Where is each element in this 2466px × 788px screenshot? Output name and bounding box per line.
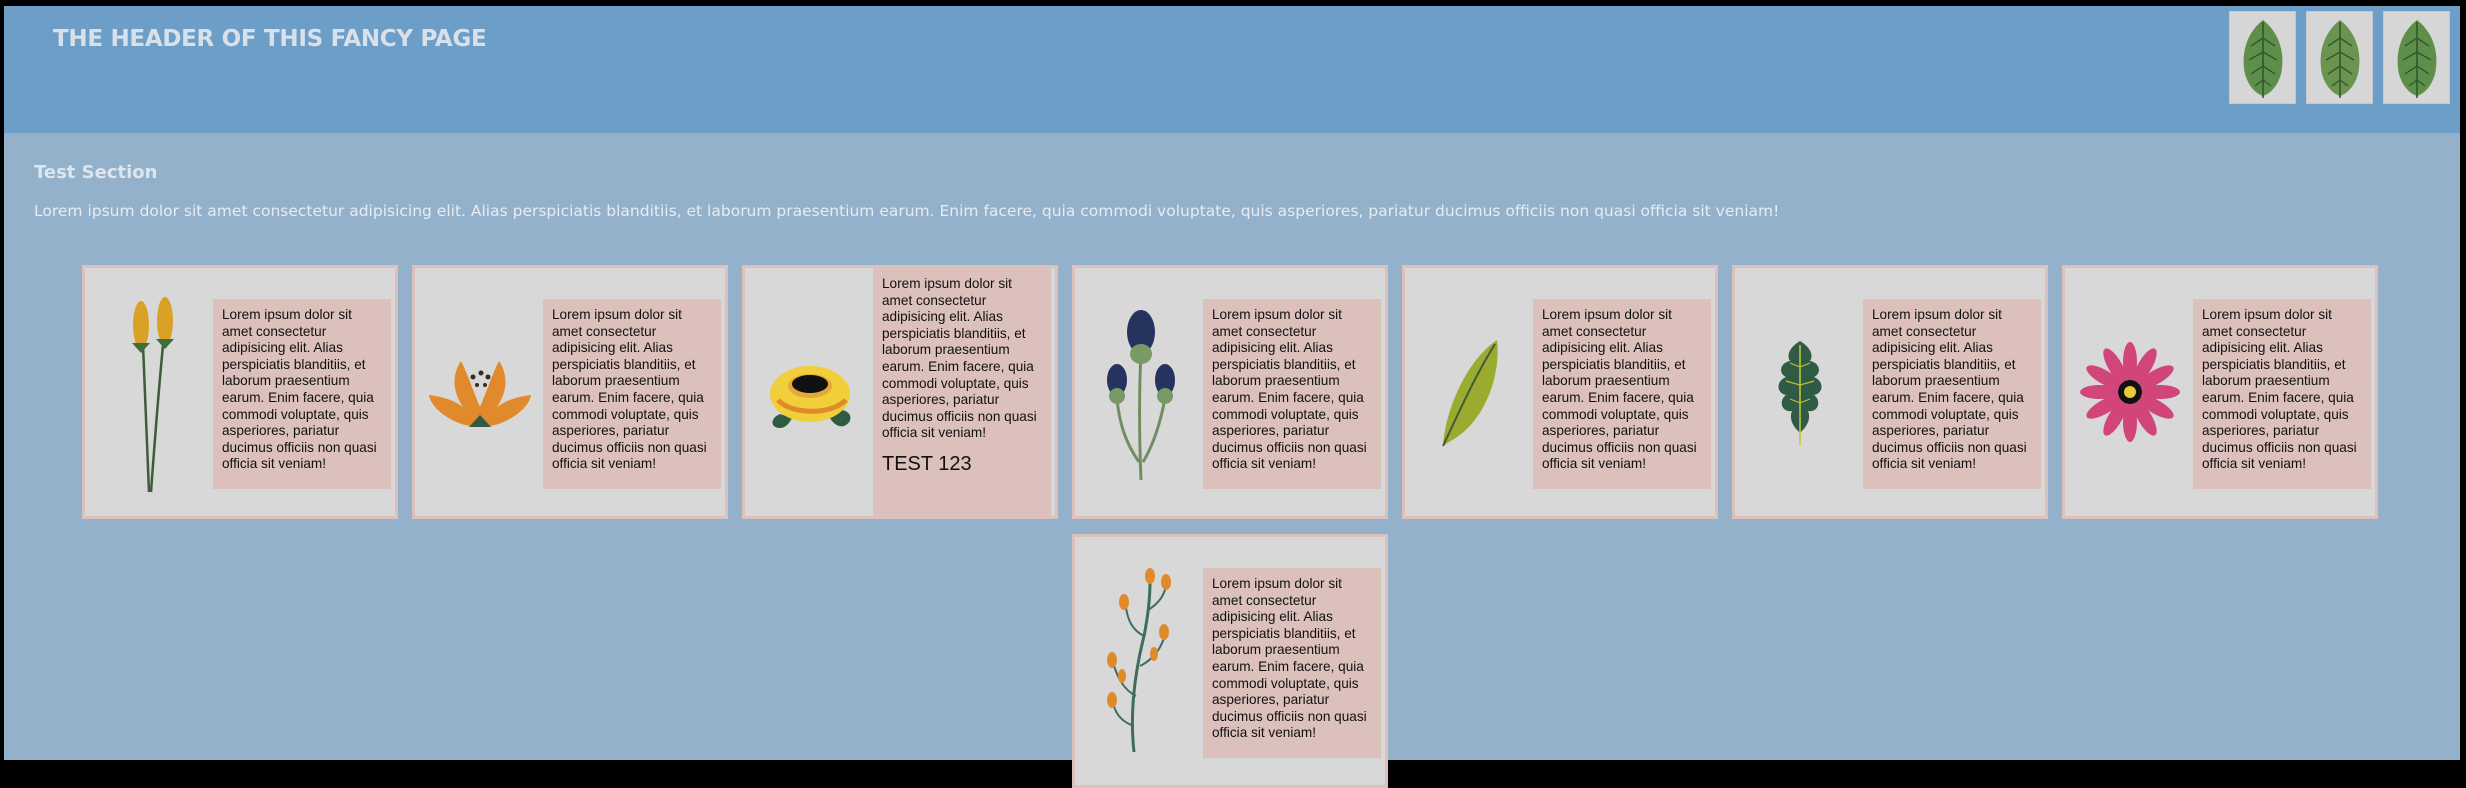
orange-berry-branch-icon: [1075, 537, 1205, 785]
yellow-buds-icon: [85, 268, 215, 516]
card[interactable]: Lorem ipsum dolor sit amet consectetur a…: [1072, 534, 1388, 788]
card[interactable]: Lorem ipsum dolor sit amet consectetur a…: [1402, 265, 1718, 519]
leaf-icon[interactable]: [2383, 11, 2450, 104]
card-text: Lorem ipsum dolor sit amet consectetur a…: [213, 299, 391, 489]
header-icon-group: [2229, 11, 2450, 104]
section-title: Test Section: [34, 162, 158, 183]
card-text: Lorem ipsum dolor sit amet consectetur a…: [1863, 299, 2041, 489]
card[interactable]: Lorem ipsum dolor sit amet consectetur a…: [412, 265, 728, 519]
orange-flower-icon: [415, 268, 545, 516]
thistle-icon: [1075, 268, 1205, 516]
page-title: THE HEADER OF THIS FANCY PAGE: [53, 26, 487, 52]
section-description: Lorem ipsum dolor sit amet consectetur a…: [34, 202, 1780, 220]
card[interactable]: Lorem ipsum dolor sit amet consectetur a…: [82, 265, 398, 519]
card[interactable]: Lorem ipsum dolor sit amet consectetur a…: [2062, 265, 2378, 519]
card[interactable]: Lorem ipsum dolor sit amet consectetur a…: [1732, 265, 2048, 519]
yellow-rose-icon: [745, 268, 875, 516]
card[interactable]: Lorem ipsum dolor sit amet consectetur a…: [742, 265, 1058, 519]
green-leaf-icon: [1405, 268, 1535, 516]
leaf-icon[interactable]: [2306, 11, 2373, 104]
card-text: Lorem ipsum dolor sit amet consectetur a…: [2193, 299, 2371, 489]
card-text: Lorem ipsum dolor sit amet consectetur a…: [882, 276, 1037, 441]
pink-daisy-icon: [2065, 268, 2195, 516]
card-text: Lorem ipsum dolor sit amet consectetur a…: [1533, 299, 1711, 489]
card-text: Lorem ipsum dolor sit amet consectetur a…: [1203, 299, 1381, 489]
card-text-block: Lorem ipsum dolor sit amet consectetur a…: [873, 268, 1051, 516]
leaf-icon[interactable]: [2229, 11, 2296, 104]
page-header: THE HEADER OF THIS FANCY PAGE: [4, 6, 2460, 133]
card-text: Lorem ipsum dolor sit amet consectetur a…: [543, 299, 721, 489]
oak-leaf-icon: [1735, 268, 1865, 516]
card[interactable]: Lorem ipsum dolor sit amet consectetur a…: [1072, 265, 1388, 519]
card-extra-label: TEST 123: [882, 452, 972, 475]
card-text: Lorem ipsum dolor sit amet consectetur a…: [1203, 568, 1381, 758]
page-frame: THE HEADER OF THIS FANCY PAGE Test Secti…: [4, 6, 2460, 788]
